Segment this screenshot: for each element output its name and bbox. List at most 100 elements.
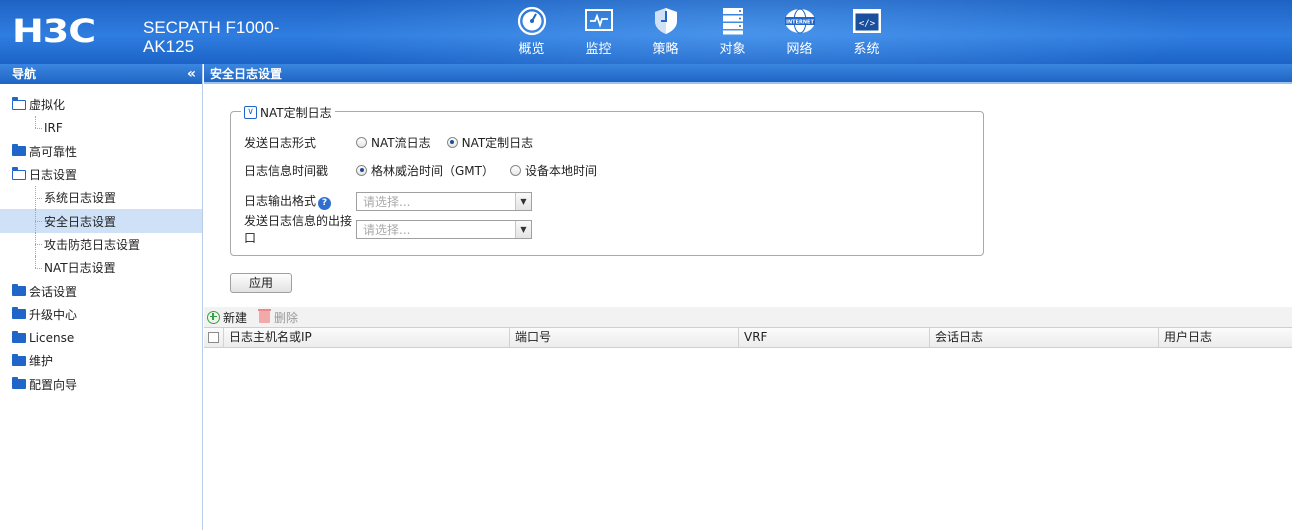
nav-label: 系统 bbox=[853, 42, 880, 57]
radio-gmt-time[interactable]: 格林威治时间（GMT） bbox=[356, 162, 494, 179]
table-header: 日志主机名或IP 端口号 VRF 会话日志 用户日志 bbox=[204, 327, 1292, 348]
new-button-label: 新建 bbox=[223, 310, 248, 325]
radio-local-time[interactable]: 设备本地时间 bbox=[509, 162, 597, 179]
folder-icon bbox=[12, 307, 26, 320]
sidebar-item-label: 日志设置 bbox=[29, 168, 78, 183]
sidebar-item-system-log[interactable]: 系统日志设置 bbox=[0, 186, 202, 210]
field-label: 日志输出格式? bbox=[244, 192, 356, 210]
sidebar-item-upgrade-center[interactable]: 升级中心 bbox=[0, 303, 202, 326]
field-label: 发送日志形式 bbox=[244, 135, 317, 150]
column-header-session-log[interactable]: 会话日志 bbox=[930, 328, 1159, 347]
sidebar-item-session-settings[interactable]: 会话设置 bbox=[0, 279, 202, 302]
h3c-logo: H3C bbox=[12, 12, 96, 50]
sidebar-header: 导航 « bbox=[0, 64, 202, 84]
nav-label: 对象 bbox=[719, 42, 746, 57]
svg-text:</>: </> bbox=[858, 19, 875, 29]
radio-unchecked-icon bbox=[356, 136, 367, 148]
nav-system[interactable]: </> 系统 bbox=[833, 6, 900, 57]
radio-label: 设备本地时间 bbox=[524, 163, 597, 178]
folder-icon bbox=[12, 284, 26, 297]
nav-label: 监控 bbox=[585, 42, 612, 57]
sidebar-item-license[interactable]: License bbox=[0, 326, 202, 349]
folder-icon bbox=[12, 330, 26, 343]
product-name-line2: AK125 bbox=[143, 37, 195, 56]
field-label-text: 日志输出格式 bbox=[244, 194, 317, 209]
tree-connector bbox=[35, 197, 42, 199]
monitor-icon bbox=[584, 9, 613, 31]
nav-network[interactable]: INTERNET 网络 bbox=[766, 6, 833, 57]
sidebar-item-label: IRF bbox=[44, 120, 63, 135]
output-format-row: 日志输出格式? 请选择... ▼ bbox=[244, 190, 532, 212]
radio-nat-custom-log[interactable]: NAT定制日志 bbox=[446, 134, 534, 151]
sidebar-item-label: License bbox=[29, 330, 75, 345]
collapse-sidebar-icon[interactable]: « bbox=[187, 64, 196, 84]
column-header-user-log[interactable]: 用户日志 bbox=[1159, 328, 1292, 347]
sidebar-item-security-log[interactable]: 安全日志设置 bbox=[0, 209, 202, 233]
nav-object[interactable]: 对象 bbox=[699, 6, 766, 57]
nav-label: 概览 bbox=[518, 42, 545, 57]
sidebar: 导航 « 虚拟化 IRF 高可靠性 日志设置 系统日志设置 安全日志设置 攻击防… bbox=[0, 64, 203, 530]
column-header-host[interactable]: 日志主机名或IP bbox=[224, 328, 510, 347]
egress-interface-select[interactable]: 请选择... ▼ bbox=[356, 219, 532, 239]
tree-connector bbox=[35, 267, 42, 269]
nav-label: 策略 bbox=[652, 42, 679, 57]
product-name: SECPATH F1000- AK125 bbox=[143, 18, 279, 56]
folder-open-icon bbox=[11, 167, 26, 180]
apply-button[interactable]: 应用 bbox=[230, 273, 292, 293]
chevron-down-icon: ▼ bbox=[515, 192, 531, 210]
nav-monitor[interactable]: 监控 bbox=[565, 6, 632, 57]
folder-icon bbox=[12, 377, 26, 390]
timestamp-radio-group: 格林威治时间（GMT） 设备本地时间 bbox=[356, 162, 613, 179]
radio-label: 格林威治时间（GMT） bbox=[371, 163, 494, 178]
collapse-section-icon[interactable]: ∨ bbox=[244, 106, 257, 119]
tree-connector bbox=[35, 127, 42, 129]
nav-label: 网络 bbox=[786, 42, 813, 57]
sidebar-item-log-settings[interactable]: 日志设置 bbox=[0, 163, 202, 186]
section-title: NAT定制日志 bbox=[260, 106, 332, 120]
sidebar-item-label: 维护 bbox=[29, 354, 54, 369]
delete-button[interactable]: 删除 bbox=[258, 309, 299, 326]
radio-nat-flow-log[interactable]: NAT流日志 bbox=[356, 134, 431, 151]
sidebar-item-high-availability[interactable]: 高可靠性 bbox=[0, 140, 202, 163]
radio-label: NAT流日志 bbox=[371, 135, 431, 150]
select-all-cell bbox=[204, 328, 224, 347]
gauge-icon bbox=[517, 6, 546, 36]
sidebar-item-label: 攻击防范日志设置 bbox=[44, 237, 141, 252]
new-button[interactable]: 新建 bbox=[207, 309, 247, 326]
radio-label: NAT定制日志 bbox=[461, 135, 534, 150]
main-panel: 安全日志设置 ∨ NAT定制日志 发送日志形式 NAT流日志 NAT定制日志 日… bbox=[204, 64, 1292, 530]
sidebar-item-label: 系统日志设置 bbox=[44, 191, 117, 206]
sidebar-item-label: 安全日志设置 bbox=[44, 214, 117, 229]
sidebar-item-config-wizard[interactable]: 配置向导 bbox=[0, 373, 202, 396]
sidebar-item-label: 会话设置 bbox=[29, 284, 78, 299]
table-toolbar: 新建 删除 bbox=[204, 307, 1292, 327]
radio-checked-icon bbox=[356, 164, 367, 176]
timestamp-row: 日志信息时间戳 格林威治时间（GMT） 设备本地时间 bbox=[244, 159, 613, 181]
select-all-checkbox[interactable] bbox=[208, 332, 219, 343]
radio-checked-icon bbox=[446, 136, 458, 148]
send-format-radio-group: NAT流日志 NAT定制日志 bbox=[356, 134, 549, 151]
internet-globe-icon: INTERNET bbox=[784, 8, 815, 34]
sidebar-item-maintenance[interactable]: 维护 bbox=[0, 349, 202, 372]
help-icon[interactable]: ? bbox=[318, 196, 332, 210]
sidebar-item-label: 高可靠性 bbox=[29, 144, 78, 159]
trash-icon bbox=[258, 309, 272, 323]
output-format-select[interactable]: 请选择... ▼ bbox=[356, 191, 532, 211]
sidebar-item-virtualization[interactable]: 虚拟化 bbox=[0, 93, 202, 116]
nav-policy[interactable]: 策略 bbox=[632, 6, 699, 57]
sidebar-item-label: NAT日志设置 bbox=[44, 261, 116, 276]
nav-overview[interactable]: 概览 bbox=[498, 6, 565, 57]
sidebar-item-nat-log[interactable]: NAT日志设置 bbox=[0, 256, 202, 279]
tree-connector bbox=[35, 221, 42, 223]
sidebar-item-irf[interactable]: IRF bbox=[0, 116, 202, 139]
column-header-vrf[interactable]: VRF bbox=[739, 328, 930, 347]
column-header-port[interactable]: 端口号 bbox=[510, 328, 739, 347]
send-format-row: 发送日志形式 NAT流日志 NAT定制日志 bbox=[244, 131, 549, 153]
nav-tree: 虚拟化 IRF 高可靠性 日志设置 系统日志设置 安全日志设置 攻击防范日志设置… bbox=[0, 84, 202, 396]
select-placeholder: 请选择... bbox=[363, 222, 411, 237]
field-label: 日志信息时间戳 bbox=[244, 163, 329, 178]
delete-button-label: 删除 bbox=[274, 310, 299, 325]
product-name-line1: SECPATH F1000- bbox=[143, 18, 280, 37]
tree-connector bbox=[35, 244, 42, 246]
sidebar-item-attack-defense-log[interactable]: 攻击防范日志设置 bbox=[0, 232, 202, 257]
